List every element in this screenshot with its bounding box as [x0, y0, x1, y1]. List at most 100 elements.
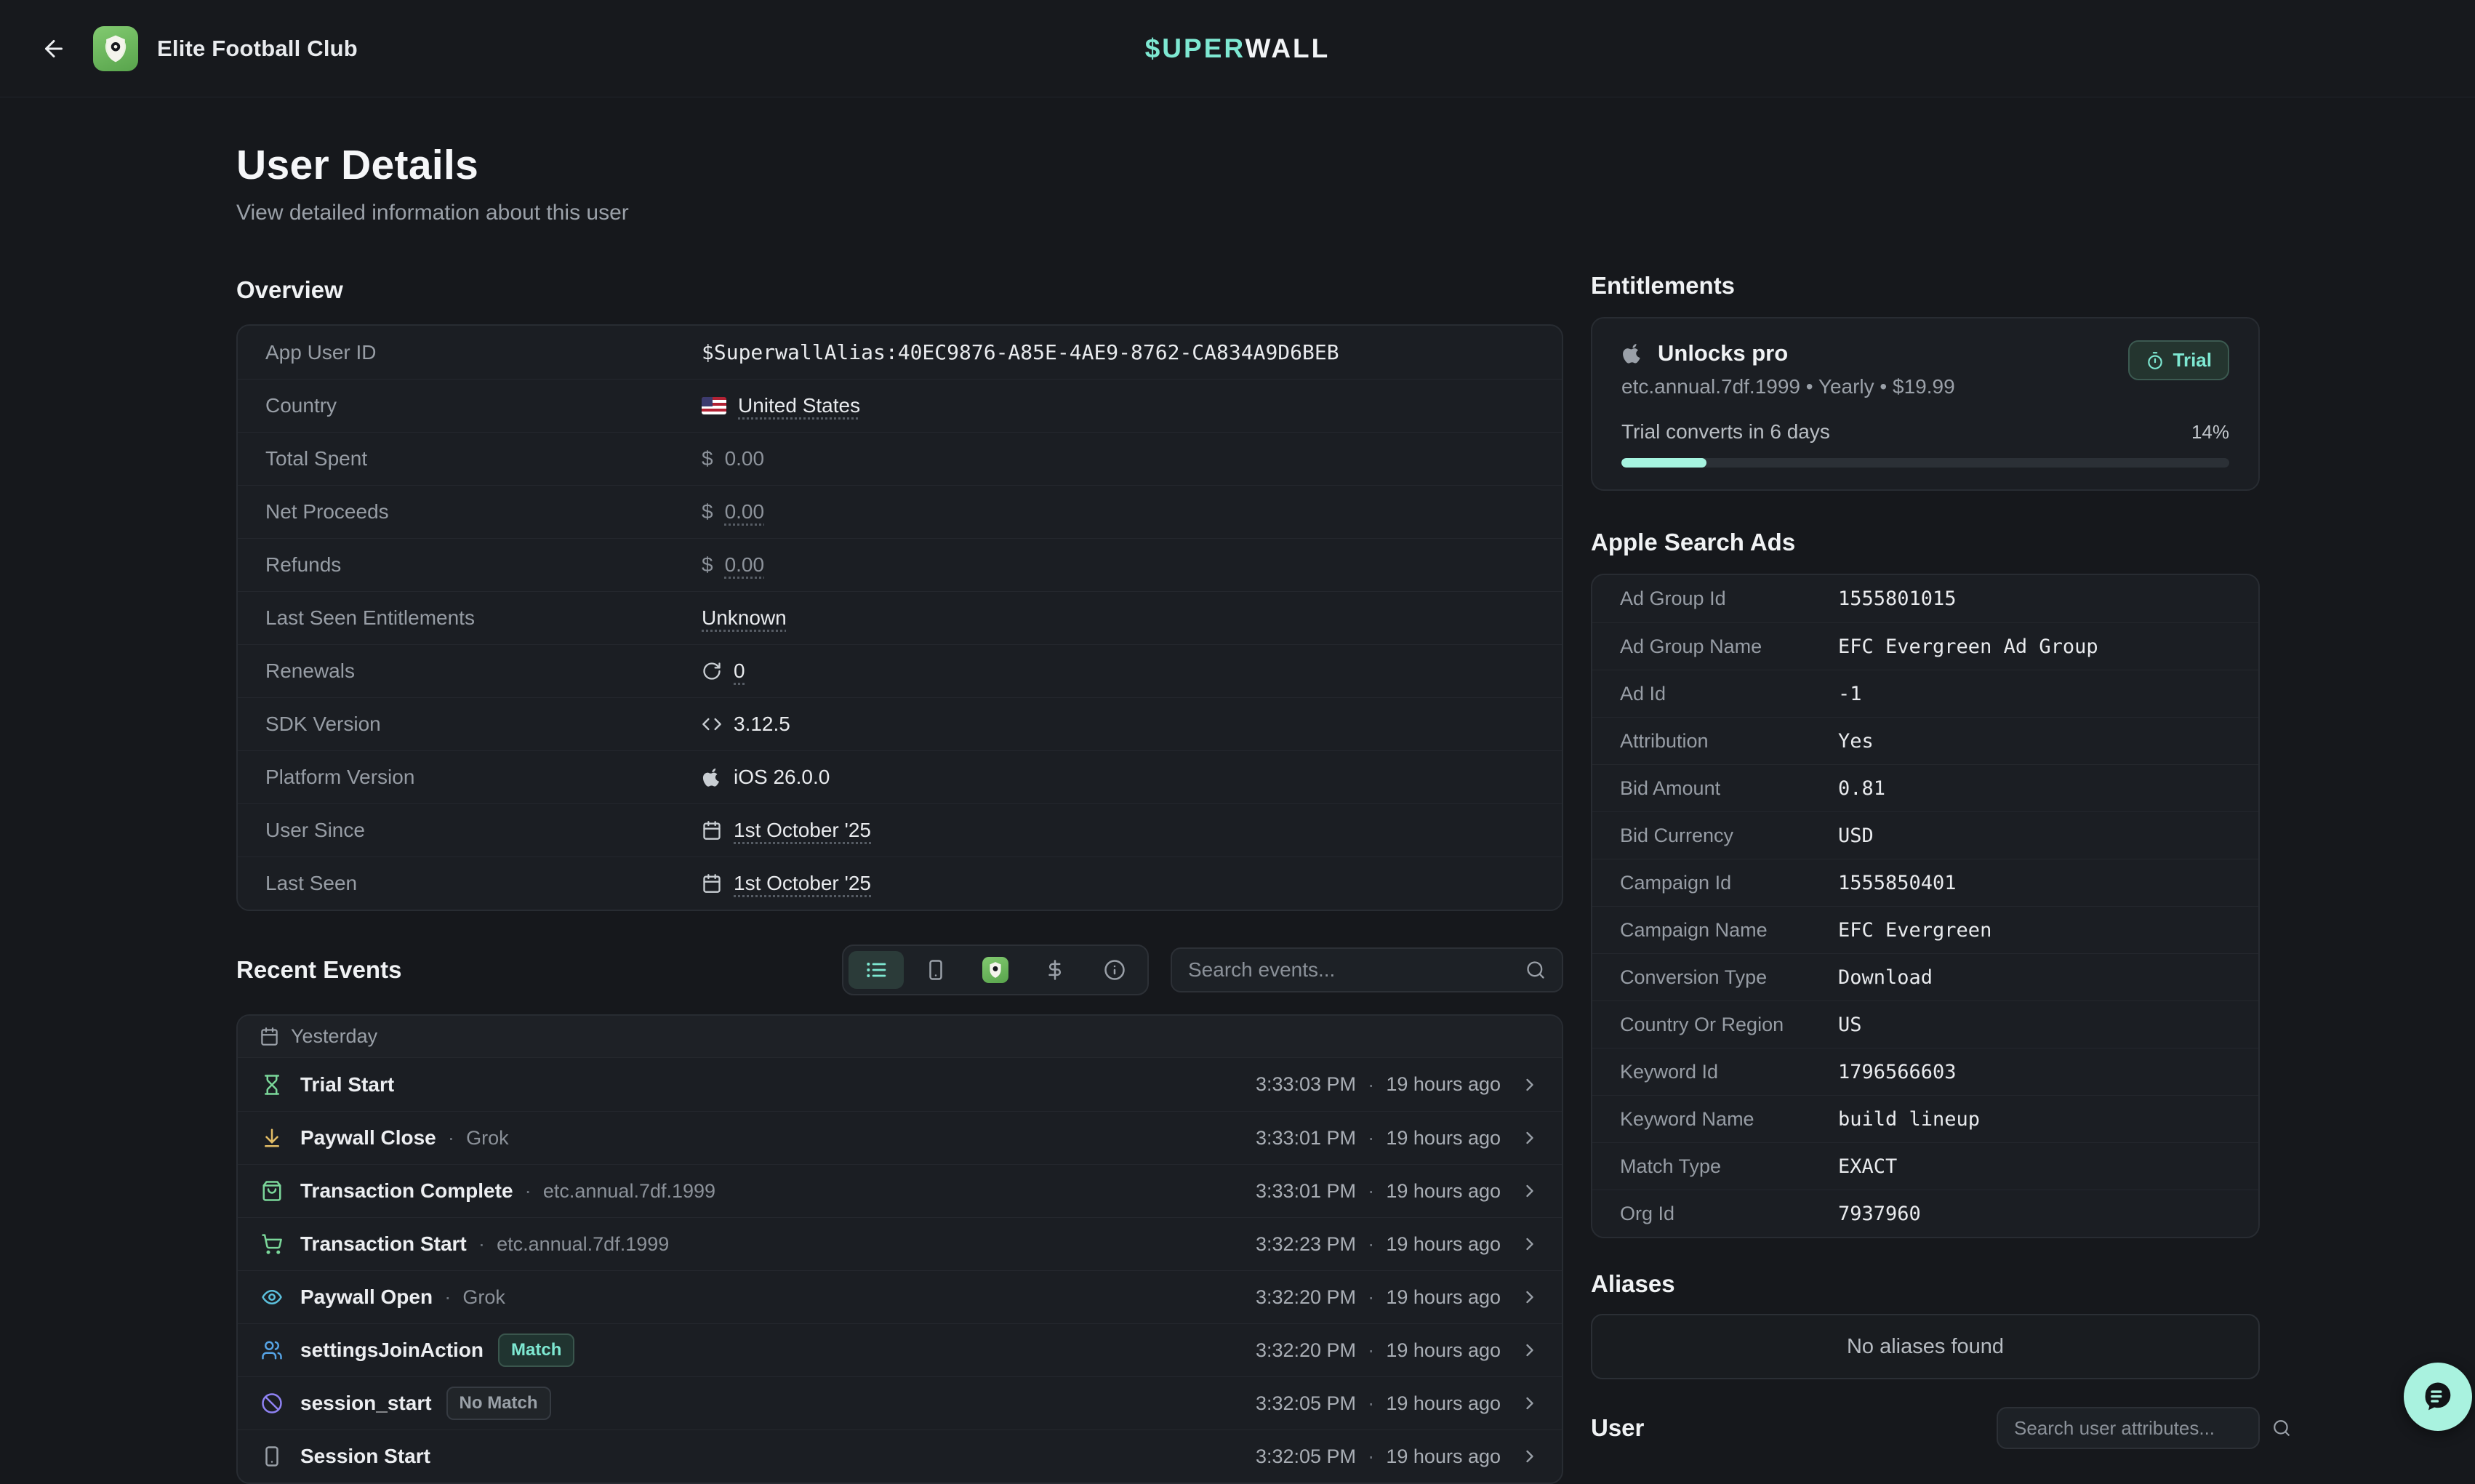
shopping-bag-icon [260, 1180, 284, 1202]
table-row: Conversion TypeDownload [1592, 953, 2258, 1000]
chevron-right-icon [1520, 1181, 1540, 1201]
apple-search-ads-table: Ad Group Id1555801015 Ad Group NameEFC E… [1591, 574, 2260, 1238]
back-button[interactable] [33, 28, 74, 69]
event-row[interactable]: Transaction Complete ·etc.annual.7df.199… [238, 1164, 1562, 1217]
us-flag-icon [702, 397, 726, 414]
chevron-right-icon [1520, 1393, 1540, 1413]
filter-info-button[interactable] [1087, 951, 1142, 989]
hourglass-icon [260, 1074, 284, 1096]
table-row: Keyword Namebuild lineup [1592, 1095, 2258, 1142]
event-row[interactable]: settingsJoinAction Match 3:32:20 PM·19 h… [238, 1323, 1562, 1376]
trial-percent: 14% [2191, 421, 2229, 444]
table-row: Ad Id-1 [1592, 670, 2258, 717]
table-row: Total Spent $0.00 [238, 432, 1562, 485]
last-seen-entitlements-value[interactable]: Unknown [702, 606, 787, 630]
dollar-prefix: $ [702, 447, 713, 470]
calendar-icon [702, 873, 722, 894]
filter-list-button[interactable] [849, 951, 904, 989]
chevron-right-icon [1520, 1287, 1540, 1307]
user-since-value[interactable]: 1st October '25 [734, 819, 871, 842]
table-row: AttributionYes [1592, 717, 2258, 764]
entitlements-heading: Entitlements [1591, 272, 2260, 300]
refunds-value[interactable]: 0.00 [725, 553, 765, 577]
aliases-empty-state: No aliases found [1591, 1314, 2260, 1379]
trial-progress-fill [1621, 458, 1706, 468]
recent-events-heading: Recent Events [236, 956, 842, 984]
dollar-prefix: $ [702, 553, 713, 577]
table-row: Campaign NameEFC Evergreen [1592, 906, 2258, 953]
total-spent-value: 0.00 [725, 447, 765, 470]
chevron-right-icon [1520, 1075, 1540, 1095]
events-search-input[interactable] [1188, 958, 1525, 982]
events-list: Yesterday Trial Start 3:33:03 PM·19 hour… [236, 1014, 1563, 1484]
events-search [1171, 947, 1563, 992]
app-user-id-value: $SuperwallAlias:40EC9876-A85E-4AE9-8762-… [702, 340, 1339, 364]
shopping-cart-icon [260, 1233, 284, 1255]
code-icon [702, 714, 722, 734]
main-column: User Details View detailed information a… [236, 97, 1563, 1484]
events-group-header: Yesterday [238, 1016, 1562, 1058]
trial-converts-text: Trial converts in 6 days [1621, 420, 1830, 444]
table-row: Ad Group Id1555801015 [1592, 575, 2258, 622]
event-row[interactable]: Transaction Start ·etc.annual.7df.1999 3… [238, 1217, 1562, 1270]
event-row[interactable]: session_start No Match 3:32:05 PM·19 hou… [238, 1376, 1562, 1429]
info-circle-icon [1104, 959, 1126, 981]
table-row: User Since 1st October '25 [238, 803, 1562, 857]
side-column: Entitlements Unlocks pro etc.annual.7df.… [1591, 97, 2260, 1449]
entitlement-name: Unlocks pro [1658, 340, 1788, 366]
filter-device-button[interactable] [908, 951, 963, 989]
match-badge: Match [498, 1333, 574, 1367]
table-row: SDK Version 3.12.5 [238, 697, 1562, 750]
last-seen-value[interactable]: 1st October '25 [734, 872, 871, 895]
user-section-header: User [1591, 1407, 2260, 1449]
user-attributes-search-input[interactable] [2014, 1417, 2258, 1440]
table-row: Renewals 0 [238, 644, 1562, 697]
filter-revenue-button[interactable] [1027, 951, 1083, 989]
country-value[interactable]: United States [738, 394, 860, 417]
table-row: Country United States [238, 379, 1562, 432]
overview-table: App User ID $SuperwallAlias:40EC9876-A85… [236, 324, 1563, 911]
timer-icon [2146, 351, 2165, 370]
page-subtitle: View detailed information about this use… [236, 201, 1563, 225]
renewals-value[interactable]: 0 [734, 659, 745, 683]
dollar-prefix: $ [702, 500, 713, 524]
table-row: Bid Amount0.81 [1592, 764, 2258, 811]
no-match-badge: No Match [446, 1387, 551, 1420]
dollar-sign-icon [1044, 959, 1066, 981]
superwall-logo: $UPERWALL [1145, 33, 1331, 64]
app-name: Elite Football Club [157, 36, 358, 62]
user-heading: User [1591, 1414, 1997, 1442]
arrow-down-to-line-icon [260, 1127, 284, 1149]
slashed-circle-icon [260, 1392, 284, 1414]
table-row: Match TypeEXACT [1592, 1142, 2258, 1190]
table-row: Last Seen Entitlements Unknown [238, 591, 1562, 644]
search-icon[interactable] [1525, 960, 1546, 980]
event-row[interactable]: Trial Start 3:33:03 PM·19 hours ago [238, 1058, 1562, 1111]
entitlement-card: Unlocks pro etc.annual.7df.1999 • Yearly… [1591, 317, 2260, 491]
aliases-heading: Aliases [1591, 1270, 2260, 1298]
event-row[interactable]: Paywall Open ·Grok 3:32:20 PM·19 hours a… [238, 1270, 1562, 1323]
eye-icon [260, 1286, 284, 1308]
platform-version-value: iOS 26.0.0 [734, 766, 830, 789]
net-proceeds-value[interactable]: 0.00 [725, 500, 765, 524]
event-row[interactable]: Session Start 3:32:05 PM·19 hours ago [238, 1429, 1562, 1483]
chat-bubble-icon [2419, 1378, 2457, 1416]
event-row[interactable]: Paywall Close ·Grok 3:33:01 PM·19 hours … [238, 1111, 1562, 1164]
search-icon[interactable] [2272, 1419, 2291, 1437]
table-row: Refunds $0.00 [238, 538, 1562, 591]
chat-button[interactable] [2404, 1363, 2472, 1431]
table-row: Platform Version iOS 26.0.0 [238, 750, 1562, 803]
chevron-right-icon [1520, 1446, 1540, 1467]
chevron-right-icon [1520, 1340, 1540, 1360]
recent-events-header: Recent Events [236, 944, 1563, 995]
event-filter-toolbar [842, 944, 1149, 995]
sdk-version-value: 3.12.5 [734, 713, 790, 736]
overview-heading: Overview [236, 276, 1563, 304]
smartphone-icon [925, 959, 947, 981]
table-row: Campaign Id1555850401 [1592, 859, 2258, 906]
apple-search-ads-heading: Apple Search Ads [1591, 529, 2260, 556]
filter-app-button[interactable] [968, 951, 1023, 989]
calendar-icon [702, 820, 722, 841]
users-icon [260, 1339, 284, 1361]
app-logo-icon [982, 957, 1008, 983]
